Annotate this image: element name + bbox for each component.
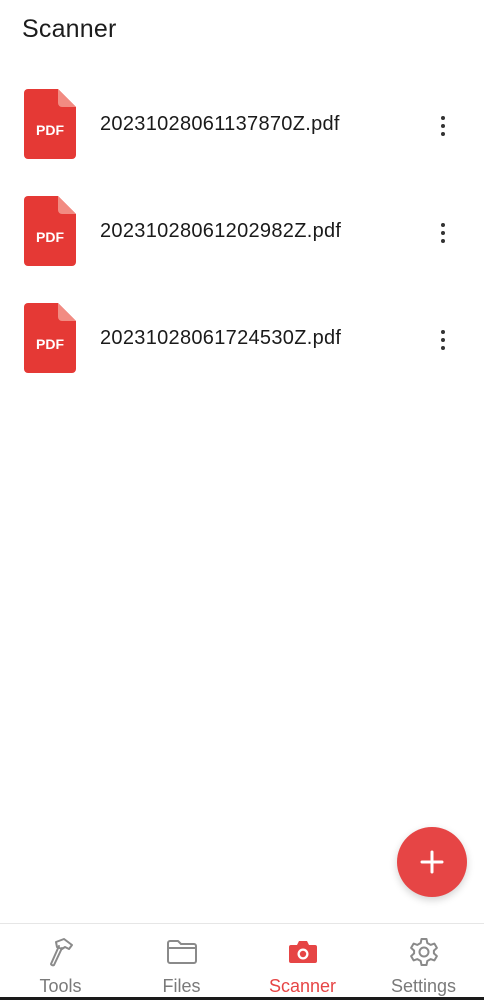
- add-scan-button[interactable]: [397, 827, 467, 897]
- file-row[interactable]: PDF 20231028061137870Z.pdf: [0, 72, 484, 179]
- pdf-file-icon: PDF: [24, 89, 76, 159]
- app-bar: Scanner: [0, 0, 484, 62]
- file-name: 20231028061202982Z.pdf: [100, 220, 342, 242]
- nav-tab-files[interactable]: Files: [121, 924, 242, 1000]
- folder-icon: [165, 935, 199, 969]
- pdf-file-icon: PDF: [24, 196, 76, 266]
- page-title: Scanner: [22, 15, 117, 43]
- bottom-nav: Tools Files Scanner Settings: [0, 923, 484, 1000]
- camera-icon: [286, 935, 320, 969]
- pdf-icon-label: PDF: [36, 122, 64, 138]
- more-options-icon[interactable]: [428, 215, 458, 251]
- nav-label: Settings: [390, 976, 457, 996]
- file-name: 20231028061137870Z.pdf: [100, 113, 340, 135]
- file-name: 20231028061724530Z.pdf: [100, 327, 342, 349]
- file-list: PDF 20231028061137870Z.pdf PDF 202310280…: [0, 72, 484, 393]
- more-options-icon[interactable]: [428, 108, 458, 144]
- file-row[interactable]: PDF 20231028061202982Z.pdf: [0, 179, 484, 286]
- plus-icon: [420, 850, 444, 874]
- pdf-icon-label: PDF: [36, 229, 64, 245]
- hammer-icon: [44, 935, 78, 969]
- file-row[interactable]: PDF 20231028061724530Z.pdf: [0, 286, 484, 393]
- nav-label: Scanner: [268, 976, 337, 996]
- nav-label: Tools: [39, 976, 82, 996]
- nav-tab-tools[interactable]: Tools: [0, 924, 121, 1000]
- gear-icon: [407, 935, 441, 969]
- more-options-icon[interactable]: [428, 322, 458, 358]
- pdf-file-icon: PDF: [24, 303, 76, 373]
- nav-tab-scanner[interactable]: Scanner: [242, 924, 363, 1000]
- pdf-icon-label: PDF: [36, 336, 64, 352]
- nav-label: Files: [162, 976, 201, 996]
- nav-tab-settings[interactable]: Settings: [363, 924, 484, 1000]
